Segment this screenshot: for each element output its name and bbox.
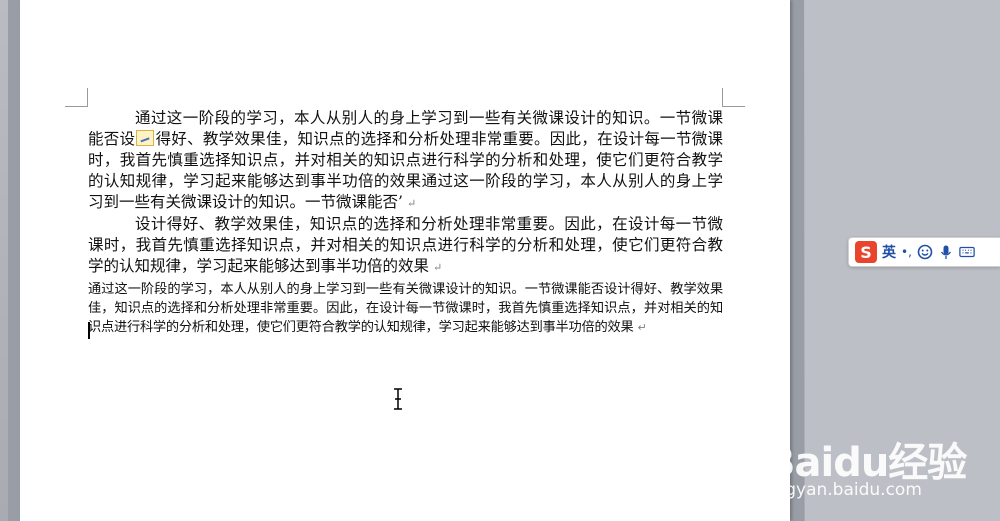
paragraph-mark: ↵ xyxy=(433,261,443,274)
margin-corner-top-left xyxy=(65,88,88,107)
ime-toolbar[interactable]: S 英 •, xyxy=(848,237,1000,267)
ime-language-toggle[interactable]: 英 xyxy=(882,242,896,262)
sogou-logo-icon[interactable]: S xyxy=(855,241,877,263)
emoji-icon[interactable] xyxy=(917,244,933,260)
ibeam-cursor-icon xyxy=(394,388,402,410)
paragraph-1-text-b: 得好、教学效果佳，知识点的选择和分析处理非常重要。因此，在设计每一节微课时，我首… xyxy=(88,130,723,211)
paragraph-3[interactable]: 通过这一阶段的学习，本人从别人的身上学习到一些有关微课设计的知识。一节微课能否设… xyxy=(88,280,723,337)
baidu-watermark: Baidu经验 jingyan.baidu.com xyxy=(765,430,1000,521)
document-body[interactable]: 通过这一阶段的学习，本人从别人的身上学习到一些有关微课设计的知识。一节微课能否设… xyxy=(88,108,723,337)
document-page[interactable]: 通过这一阶段的学习，本人从别人的身上学习到一些有关微课设计的知识。一节微课能否设… xyxy=(20,0,790,521)
paragraph-mark: ↵ xyxy=(637,321,647,334)
paragraph-2[interactable]: 设计得好、教学效果佳，知识点的选择和分析处理非常重要。因此，在设计每一节微课时，… xyxy=(88,214,723,278)
autocorrect-icon[interactable] xyxy=(136,130,155,146)
ime-punctuation-toggle[interactable]: •, xyxy=(901,245,912,259)
microphone-icon[interactable] xyxy=(938,244,954,260)
paragraph-3-text: 通过这一阶段的学习，本人从别人的身上学习到一些有关微课设计的知识。一节微课能否设… xyxy=(88,282,723,335)
keyboard-icon[interactable] xyxy=(959,244,975,260)
paragraph-2-text: 设计得好、教学效果佳，知识点的选择和分析处理非常重要。因此，在设计每一节微课时，… xyxy=(88,215,723,275)
watermark-url: jingyan.baidu.com xyxy=(765,480,922,500)
text-caret xyxy=(88,322,90,339)
margin-corner-top-right xyxy=(722,88,745,107)
paragraph-mark: ↵ xyxy=(406,197,417,210)
paragraph-1[interactable]: 通过这一阶段的学习，本人从别人的身上学习到一些有关微课设计的知识。一节微课能否设… xyxy=(88,108,723,214)
